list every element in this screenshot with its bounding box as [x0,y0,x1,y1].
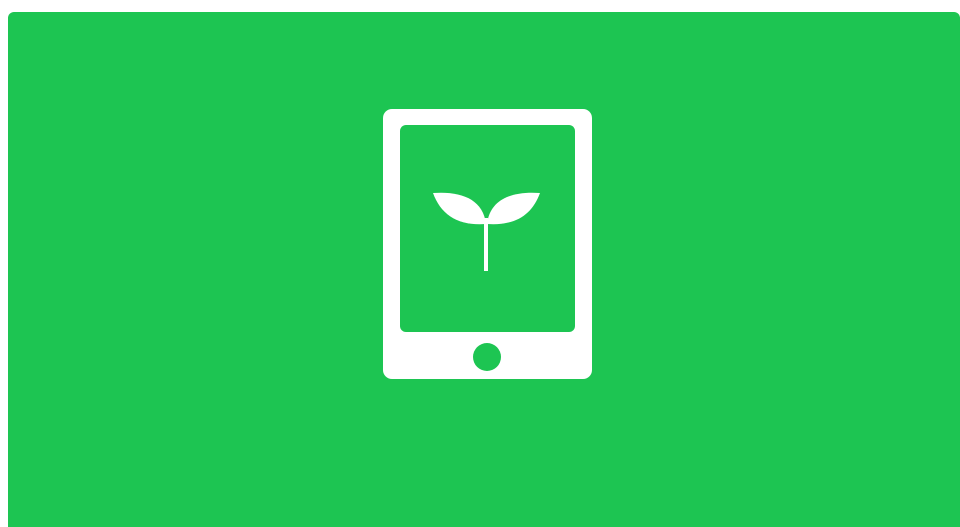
sprout-icon [433,192,540,271]
hero-banner [8,12,960,527]
tablet-icon [383,109,592,379]
tablet-screen [400,125,575,332]
home-button-icon [473,343,501,371]
sprout-right-leaf [487,192,540,225]
sprout-left-leaf [433,192,486,225]
sprout-stem [484,218,488,271]
